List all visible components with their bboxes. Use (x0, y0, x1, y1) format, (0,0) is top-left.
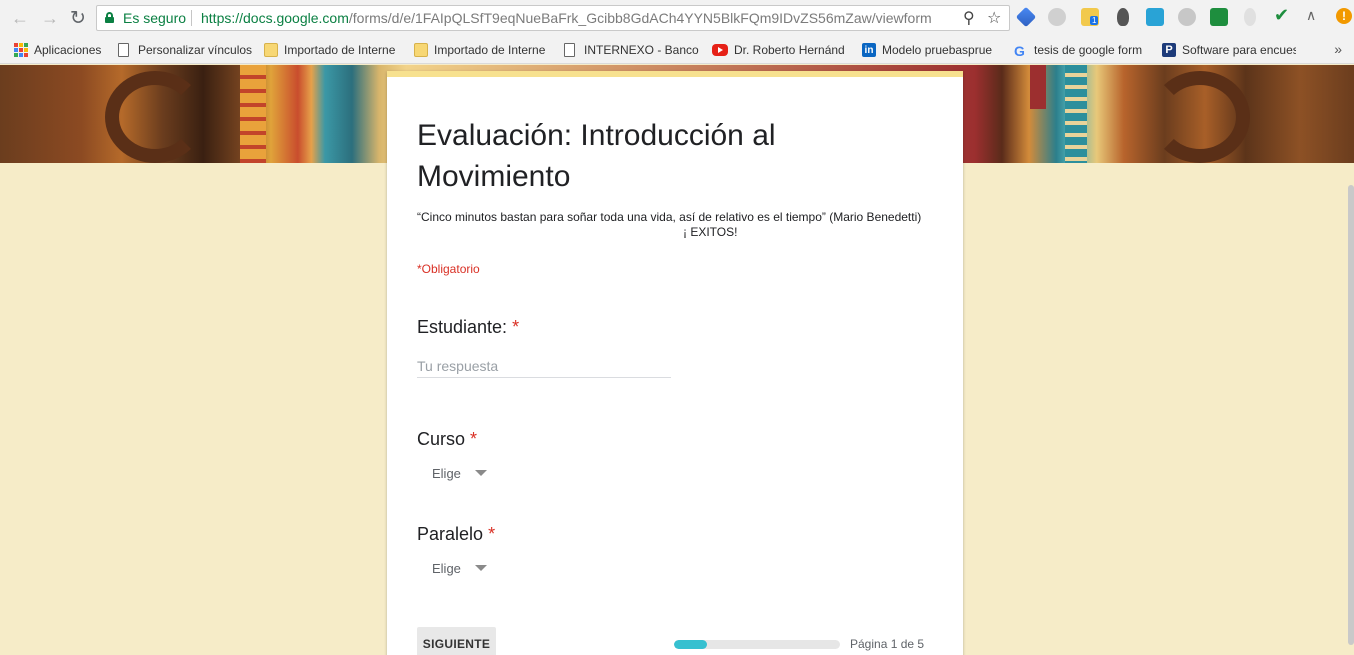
required-note: *Obligatorio (417, 262, 480, 276)
browser-toolbar: ← → ↻ Es seguro https://docs.google.com/… (0, 0, 1354, 36)
banner-stripe (240, 65, 266, 163)
bookmark-importado-2[interactable]: Importado de Interne (414, 41, 546, 59)
bookmark-star-icon[interactable]: ☆ (987, 8, 1001, 28)
extension-badge: 1 (1090, 16, 1099, 25)
bookmark-apps[interactable]: Aplicaciones (14, 41, 101, 59)
bookmark-label: Software para encues (1182, 43, 1296, 57)
bookmark-label: Importado de Interne (434, 43, 546, 57)
p-icon: P (1162, 43, 1176, 57)
bookmarks-bar: Aplicaciones Personalizar vínculos Impor… (0, 36, 1354, 64)
banner-ribbon (1030, 65, 1046, 109)
bookmark-linkedin[interactable]: in Modelo pruebasprue (862, 41, 1004, 59)
bookmark-label: tesis de google form (1034, 43, 1143, 57)
form-card: Evaluación: Introducción al Movimiento “… (387, 71, 963, 655)
extension-bulb-icon[interactable] (1117, 8, 1129, 26)
back-arrow-icon[interactable]: ← (8, 6, 32, 30)
page-scrollbar[interactable] (1348, 185, 1354, 645)
chevron-down-icon (474, 565, 487, 571)
extension-gear-icon[interactable] (1048, 8, 1066, 26)
bookmark-label: Importado de Interne (284, 43, 396, 57)
menu-alert-icon[interactable]: ! (1336, 8, 1352, 24)
lock-icon (105, 12, 114, 23)
required-star: * (488, 524, 496, 544)
linkedin-icon: in (862, 43, 876, 57)
url-text[interactable]: https://docs.google.com/forms/d/e/1FAIpQ… (201, 10, 951, 26)
extension-classroom-icon[interactable] (1210, 8, 1228, 26)
form-title: Evaluación: Introducción al Movimiento (417, 119, 776, 193)
question-title: Paralelo (417, 524, 484, 544)
extension-puzzle-icon[interactable] (1244, 8, 1256, 26)
address-bar[interactable]: Es seguro https://docs.google.com/forms/… (96, 5, 1010, 31)
bookmark-internexo[interactable]: INTERNEXO - Banco (564, 41, 706, 59)
extension-notes-icon[interactable]: 1 (1081, 8, 1099, 26)
bookmark-youtube[interactable]: Dr. Roberto Hernánd (712, 41, 854, 59)
bookmark-label: Dr. Roberto Hernánd (734, 43, 845, 57)
question-title: Curso (417, 429, 466, 449)
bookmark-personalizar[interactable]: Personalizar vínculos (118, 41, 252, 59)
bookmark-label: Aplicaciones (34, 43, 102, 57)
progress-fill (674, 640, 708, 649)
banner-scroll-ornament (105, 71, 205, 163)
banner-scroll-ornament (1150, 71, 1250, 163)
required-star: * (512, 317, 520, 337)
banner-stripe (1065, 65, 1087, 163)
url-path: /forms/d/e/1FAIpQLSfT9eqNueBaFrk_Gcibb8G… (348, 10, 932, 26)
next-button[interactable]: SIGUIENTE (417, 627, 496, 655)
question-estudiante-label: Estudiante: * (417, 317, 519, 338)
bookmark-label: Personalizar vínculos (138, 43, 253, 57)
progress-bar (674, 640, 840, 649)
youtube-icon (712, 44, 728, 56)
url-host: https://docs.google.com (201, 10, 349, 26)
dropdown-value: Elige (432, 465, 461, 481)
page-viewport: Evaluación: Introducción al Movimiento “… (0, 65, 1354, 655)
description-exitos: ¡ EXITOS! (683, 225, 738, 239)
reload-icon[interactable]: ↻ (66, 6, 90, 30)
form-description: “Cinco minutos bastan para soñar toda un… (417, 210, 937, 240)
folder-icon (264, 43, 278, 57)
bookmark-importado-1[interactable]: Importado de Interne (264, 41, 396, 59)
apps-grid-icon (14, 43, 28, 57)
address-separator (191, 10, 192, 26)
page-indicator: Página 1 de 5 (850, 637, 925, 651)
dropdown-value: Elige (432, 560, 461, 576)
extension-window-icon[interactable] (1146, 8, 1164, 26)
required-star: * (470, 429, 478, 449)
paralelo-dropdown[interactable]: Elige (417, 555, 507, 581)
description-quote: “Cinco minutos bastan para soñar toda un… (417, 210, 922, 224)
bookmark-software[interactable]: P Software para encues (1162, 41, 1296, 59)
folder-icon (414, 43, 428, 57)
curso-dropdown[interactable]: Elige (417, 460, 507, 486)
google-icon: G (1014, 43, 1025, 59)
estudiante-input[interactable] (417, 354, 671, 378)
bookmark-google[interactable]: G tesis de google form (1014, 41, 1146, 59)
bookmark-label: Modelo pruebasprue (882, 43, 993, 57)
page-icon (564, 43, 575, 57)
question-paralelo-label: Paralelo * (417, 524, 495, 545)
extension-chart-icon[interactable] (1178, 8, 1196, 26)
bookmarks-overflow-icon[interactable]: » (1334, 41, 1342, 57)
page-icon (118, 43, 129, 57)
question-curso-label: Curso * (417, 429, 477, 450)
chevron-down-icon (474, 470, 487, 476)
extension-check-icon[interactable]: ✔ (1274, 5, 1292, 25)
bookmark-label: INTERNEXO - Banco (584, 43, 699, 57)
forward-arrow-icon[interactable]: → (38, 6, 62, 30)
extension-diamond-icon[interactable] (1015, 6, 1037, 28)
secure-label: Es seguro (123, 10, 187, 26)
question-title: Estudiante: (417, 317, 508, 337)
extension-caret-icon[interactable]: ∧ (1306, 7, 1324, 25)
zoom-search-icon[interactable]: ⚲ (963, 8, 975, 28)
